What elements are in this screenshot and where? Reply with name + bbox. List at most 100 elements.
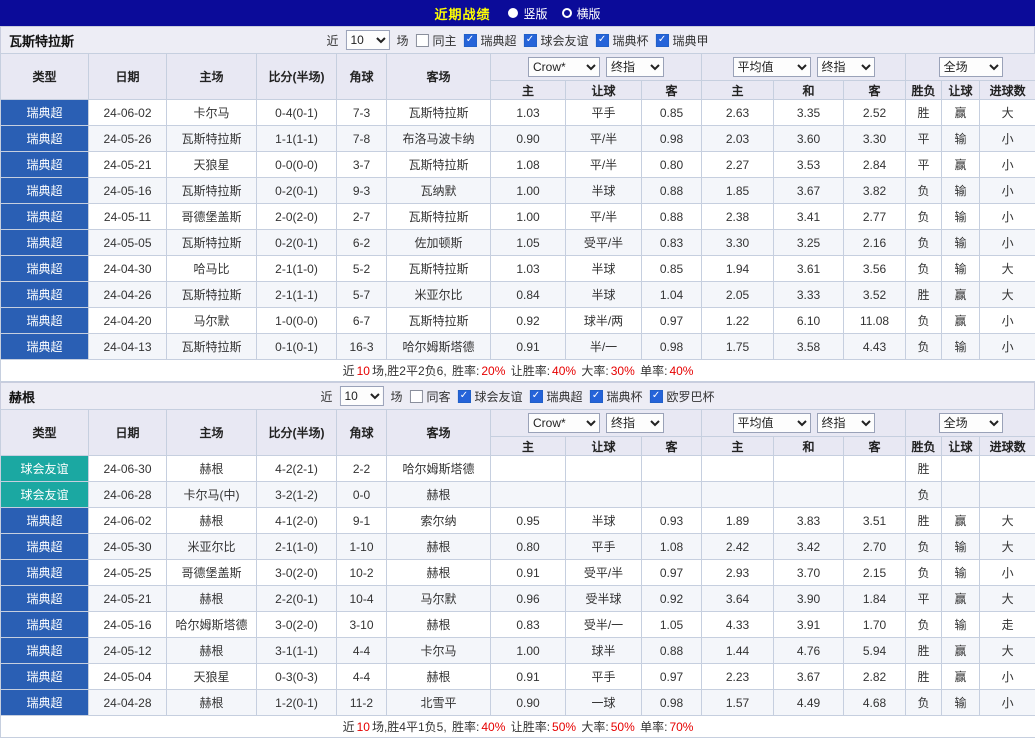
handicap-odds-cell: 受平/半: [566, 230, 642, 256]
league-type-cell: 球会友谊: [1, 482, 89, 508]
league-filter-checkbox[interactable]: ✓瑞典杯: [590, 388, 643, 405]
scope-select[interactable]: 全场: [939, 413, 1003, 433]
corner-cell: 9-1: [337, 508, 387, 534]
page-title: 近期战绩: [434, 4, 490, 23]
result-cell: 负: [906, 334, 942, 360]
same-venue-checkbox[interactable]: 同客: [409, 388, 450, 405]
results-table: 类型日期主场比分(半场)角球客场Crow*终指平均值终指全场主让球客主和客胜负让…: [0, 53, 1035, 382]
europe-odds-cell: 3.35: [774, 100, 844, 126]
result-cell: 赢: [942, 152, 980, 178]
europe-odds-cell: [844, 456, 906, 482]
away-team-cell: 佐加顿斯: [387, 230, 491, 256]
europe-final-select[interactable]: 终指: [817, 413, 875, 433]
europe-average-select[interactable]: 平均值: [733, 413, 811, 433]
home-team-cell: 赫根: [167, 690, 257, 716]
handicap-odds-cell: 平/半: [566, 204, 642, 230]
league-filter-checkbox[interactable]: ✓欧罗巴杯: [650, 388, 715, 405]
checkbox-checked: ✓: [656, 34, 669, 47]
europe-odds-cell: 3.58: [774, 334, 844, 360]
result-cell: 小: [980, 204, 1035, 230]
result-cell: 负: [906, 612, 942, 638]
result-cell: 小: [980, 230, 1035, 256]
score-cell: 2-1(1-1): [257, 282, 337, 308]
scope-select[interactable]: 全场: [939, 57, 1003, 77]
league-filter-checkbox[interactable]: ✓瑞典甲: [656, 32, 709, 49]
handicap-odds-cell: 0.95: [491, 508, 566, 534]
away-team-cell: 赫根: [387, 560, 491, 586]
home-team-cell: 瓦斯特拉斯: [167, 282, 257, 308]
europe-odds-group-header: 平均值终指: [702, 410, 906, 437]
away-team-cell: 瓦斯特拉斯: [387, 100, 491, 126]
europe-odds-group-header: 平均值终指: [702, 54, 906, 81]
away-team-cell: 瓦斯特拉斯: [387, 204, 491, 230]
result-cell: 大: [980, 256, 1035, 282]
europe-odds-cell: 1.84: [844, 586, 906, 612]
table-row: 瑞典超24-05-25哥德堡盖斯3-0(2-0)10-2赫根0.91受平/半0.…: [1, 560, 1035, 586]
league-filter-checkbox[interactable]: ✓球会友谊: [457, 388, 522, 405]
result-cell: 平: [906, 126, 942, 152]
summary-text-segment: 大率:: [578, 720, 609, 734]
europe-odds-cell: 1.85: [702, 178, 774, 204]
result-cell: 胜: [906, 664, 942, 690]
table-row: 瑞典超24-05-30米亚尔比2-1(1-0)1-10赫根0.80平手1.082…: [1, 534, 1035, 560]
away-team-cell: 赫根: [387, 482, 491, 508]
column-header: 日期: [89, 410, 167, 456]
view-radio-1[interactable]: 横版: [562, 5, 601, 22]
results-table: 类型日期主场比分(半场)角球客场Crow*终指平均值终指全场主让球客主和客胜负让…: [0, 409, 1035, 738]
result-cell: 小: [980, 126, 1035, 152]
europe-odds-cell: 1.44: [702, 638, 774, 664]
handicap-odds-cell: 0.85: [642, 256, 702, 282]
europe-odds-cell: [774, 482, 844, 508]
table-row: 瑞典超24-05-05瓦斯特拉斯0-2(0-1)6-2佐加顿斯1.05受平/半0…: [1, 230, 1035, 256]
handicap-company-select[interactable]: Crow*: [528, 413, 600, 433]
europe-average-select[interactable]: 平均值: [733, 57, 811, 77]
radio-dot-icon: [562, 8, 572, 18]
away-team-cell: 瓦斯特拉斯: [387, 256, 491, 282]
games-unit-label: 场: [390, 388, 402, 405]
table-row: 瑞典超24-06-02卡尔马0-4(0-1)7-3瓦斯特拉斯1.03平手0.85…: [1, 100, 1035, 126]
topbar: 近期战绩 竖版横版: [0, 0, 1035, 26]
result-cell: 小: [980, 334, 1035, 360]
view-radio-0[interactable]: 竖版: [508, 5, 547, 22]
handicap-company-select[interactable]: Crow*: [528, 57, 600, 77]
games-count-select[interactable]: 10: [345, 30, 389, 50]
scope-group-header: 全场: [906, 54, 1035, 81]
date-cell: 24-05-21: [89, 152, 167, 178]
checkbox-checked: ✓: [524, 34, 537, 47]
handicap-odds-cell: 半球: [566, 256, 642, 282]
league-filter-checkbox[interactable]: ✓瑞典超: [463, 32, 516, 49]
summary-text-segment: 单率:: [637, 364, 668, 378]
europe-odds-cell: [774, 456, 844, 482]
league-filter-checkbox[interactable]: ✓瑞典超: [530, 388, 583, 405]
date-cell: 24-05-21: [89, 586, 167, 612]
handicap-odds-cell: 0.91: [491, 560, 566, 586]
europe-odds-cell: 3.30: [844, 126, 906, 152]
result-cell: 输: [942, 334, 980, 360]
handicap-final-select[interactable]: 终指: [606, 57, 664, 77]
checkbox-label: 球会友谊: [541, 32, 589, 49]
games-count-select[interactable]: 10: [339, 386, 383, 406]
league-filter-checkbox[interactable]: ✓ 球会友谊: [524, 32, 589, 49]
handicap-odds-cell: 0.98: [642, 126, 702, 152]
date-cell: 24-05-04: [89, 664, 167, 690]
result-cell: 大: [980, 638, 1035, 664]
europe-final-select[interactable]: 终指: [817, 57, 875, 77]
checkbox-label: 欧罗巴杯: [667, 388, 715, 405]
summary-cell: 近10场,胜2平2负6, 胜率:20% 让胜率:40% 大率:30% 单率:40…: [1, 360, 1035, 382]
summary-text-segment: 单率:: [637, 720, 668, 734]
away-team-cell: 哈尔姆斯塔德: [387, 334, 491, 360]
europe-odds-cell: 1.89: [702, 508, 774, 534]
handicap-final-select[interactable]: 终指: [606, 413, 664, 433]
league-type-cell: 瑞典超: [1, 308, 89, 334]
handicap-odds-cell: 受半/一: [566, 612, 642, 638]
same-venue-checkbox[interactable]: 同主: [415, 32, 456, 49]
sub-column-header: 客: [642, 437, 702, 456]
date-cell: 24-04-20: [89, 308, 167, 334]
summary-text-segment: 50%: [611, 720, 635, 734]
europe-odds-cell: 1.75: [702, 334, 774, 360]
league-filter-checkbox[interactable]: ✓瑞典杯: [596, 32, 649, 49]
handicap-odds-cell: 平/半: [566, 126, 642, 152]
result-cell: 赢: [942, 282, 980, 308]
checkbox-checked: ✓: [530, 390, 543, 403]
handicap-odds-cell: 0.92: [642, 586, 702, 612]
